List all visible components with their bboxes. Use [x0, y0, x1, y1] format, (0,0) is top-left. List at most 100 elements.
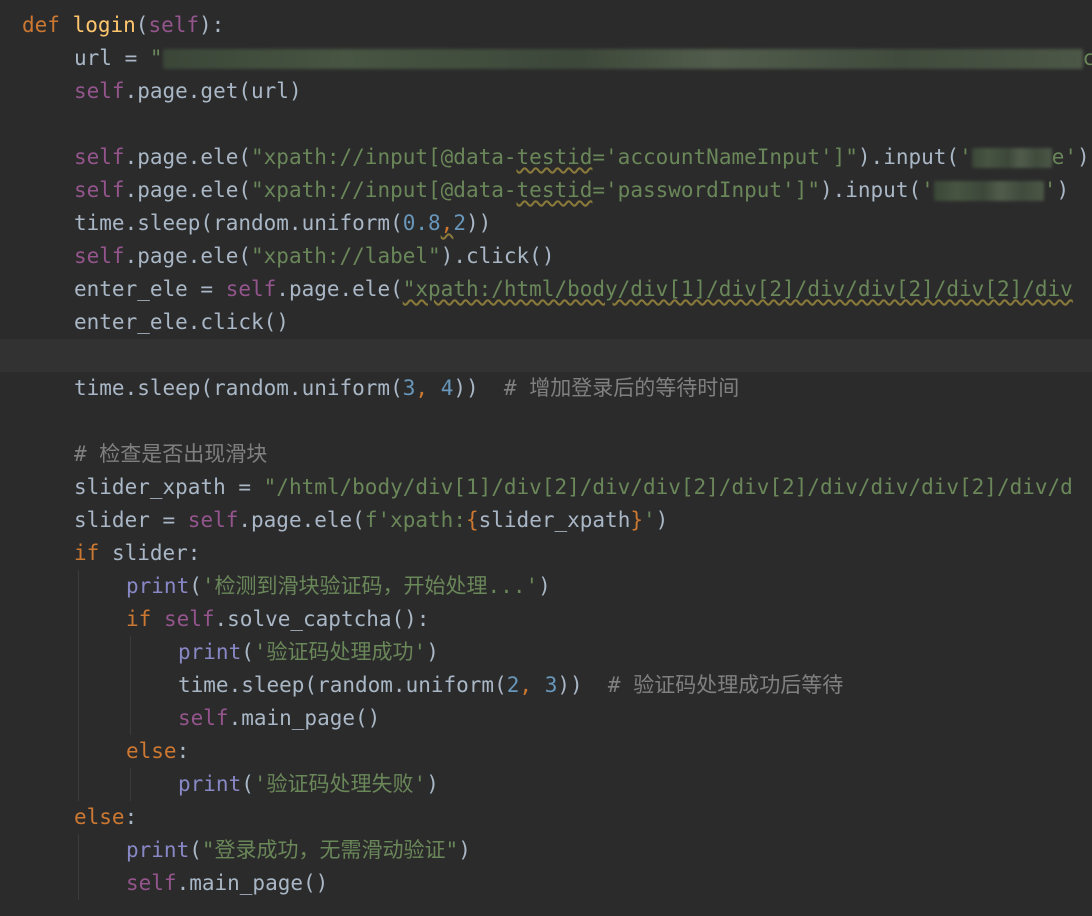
code-token: e': [1051, 145, 1078, 169]
code-line[interactable]: slider = self.page.ele(f'xpath:{slider_x…: [0, 504, 1092, 537]
code-token: ,: [519, 673, 545, 697]
code-line[interactable]: enter_ele = self.page.ele("xpath:/html/b…: [0, 273, 1092, 306]
code-token: ): [426, 772, 439, 796]
code-line[interactable]: enter_ele.click(): [0, 306, 1092, 339]
code-line[interactable]: slider_xpath = "/html/body/div[1]/div[2]…: [0, 471, 1092, 504]
code-token: enter_ele.click(): [74, 310, 289, 334]
code-token: self: [187, 508, 239, 532]
code-text: time.sleep(random.uniform(2, 3)) # 验证码处理…: [178, 669, 843, 702]
code-text: if slider:: [74, 537, 200, 570]
code-token: .page.ele(: [238, 508, 365, 532]
code-line[interactable]: self.page.ele("xpath://input[@data-testi…: [0, 141, 1092, 174]
code-token: (: [241, 772, 254, 796]
code-text: enter_ele.click(): [74, 306, 289, 339]
code-token: testid: [516, 145, 593, 169]
code-line[interactable]: self.page.ele("xpath://label").click(): [0, 240, 1092, 273]
code-token: 增加登录后的等待时间: [529, 376, 740, 400]
code-token: ,: [415, 376, 441, 400]
code-token: ).input(: [819, 178, 922, 202]
code-token: 验证码处理成功: [266, 640, 414, 664]
code-token: ):: [199, 13, 225, 37]
code-token: .main_page(): [228, 706, 381, 730]
code-line[interactable]: if self.solve_captcha():: [0, 603, 1092, 636]
code-line[interactable]: url = " c: [0, 42, 1092, 75]
code-token: print: [178, 772, 242, 796]
code-text: else:: [74, 801, 137, 834]
code-line[interactable]: self.main_page(): [0, 702, 1092, 735]
code-token: ": [445, 838, 459, 862]
code-token: ': [253, 640, 267, 664]
code-line[interactable]: print('检测到滑块验证码，开始处理...'): [0, 570, 1092, 603]
code-line[interactable]: # 检查是否出现滑块: [0, 438, 1092, 471]
code-line[interactable]: print('验证码处理失败'): [0, 768, 1092, 801]
code-token: ): [426, 640, 439, 664]
code-token: time.sleep(random.uniform(: [74, 376, 403, 400]
code-token: {: [465, 508, 479, 532]
code-line[interactable]: [0, 108, 1092, 141]
code-token: self: [148, 13, 200, 37]
code-token: ': [643, 508, 656, 532]
code-text: def login(self):: [22, 9, 224, 42]
code-text: self.main_page(): [178, 702, 380, 735]
code-token: 0.8: [402, 211, 441, 235]
code-line[interactable]: time.sleep(random.uniform(3, 4)) # 增加登录后…: [0, 372, 1092, 405]
code-token: self: [74, 244, 125, 268]
code-token: self: [163, 607, 215, 631]
code-text: print('检测到滑块验证码，开始处理...'): [126, 570, 551, 603]
redacted-text: [971, 148, 1052, 168]
code-token: ': [413, 640, 427, 664]
code-token: slider_xpath =: [74, 475, 264, 499]
code-line[interactable]: self.page.get(url): [0, 75, 1092, 108]
indent-guide: [78, 834, 79, 900]
code-token: slider =: [74, 508, 188, 532]
code-text: self.main_page(): [126, 867, 328, 900]
code-line[interactable]: time.sleep(random.uniform(0.8,2)): [0, 207, 1092, 240]
code-line[interactable]: self.main_page(): [0, 867, 1092, 900]
code-token: ': [1043, 178, 1057, 202]
redacted-text: [933, 181, 1044, 201]
code-token: def: [22, 13, 73, 37]
code-token: :: [176, 739, 190, 763]
code-token: self: [74, 79, 125, 103]
code-line[interactable]: print('验证码处理成功'): [0, 636, 1092, 669]
code-token: ...': [487, 574, 539, 598]
code-token: "xpath://input[@data-: [251, 145, 517, 169]
code-token: (: [189, 574, 202, 598]
code-token: time.sleep(random.uniform(: [74, 211, 403, 235]
code-token: 检测到滑块验证码，开始处理: [214, 574, 488, 598]
code-token: ='passwordInput']": [592, 178, 820, 202]
code-line[interactable]: if slider:: [0, 537, 1092, 570]
code-line[interactable]: self.page.ele("xpath://input[@data-testi…: [0, 174, 1092, 207]
code-text: self.page.ele("xpath://input[@data-testi…: [74, 141, 1090, 174]
code-token: print: [126, 838, 190, 862]
code-token: c: [1082, 46, 1092, 70]
code-token: .page.get(url): [124, 79, 302, 103]
code-text: enter_ele = self.page.ele("xpath:/html/b…: [74, 273, 1073, 306]
code-line[interactable]: else:: [0, 801, 1092, 834]
code-token: ": [149, 46, 163, 70]
code-line[interactable]: time.sleep(random.uniform(2, 3)) # 验证码处理…: [0, 669, 1092, 702]
code-line[interactable]: [0, 405, 1092, 438]
code-text: time.sleep(random.uniform(3, 4)) # 增加登录后…: [74, 372, 739, 405]
redacted-text: [162, 49, 1083, 69]
code-token: ).click(): [440, 244, 555, 268]
code-token: self: [225, 277, 277, 301]
code-token: else: [126, 739, 177, 763]
code-text: slider = self.page.ele(f'xpath:{slider_x…: [74, 504, 668, 537]
code-token: self: [74, 145, 125, 169]
code-token: else: [74, 805, 125, 829]
code-line[interactable]: def login(self):: [0, 9, 1092, 42]
indent-guide: [130, 636, 131, 735]
code-line[interactable]: print("登录成功，无需滑动验证"): [0, 834, 1092, 867]
code-text: url = " c: [74, 42, 1092, 75]
code-text: # 检查是否出现滑块: [74, 438, 267, 471]
code-text: self.page.get(url): [74, 75, 302, 108]
code-token: 4: [440, 376, 454, 400]
code-token: slider_xpath: [478, 508, 631, 532]
code-line[interactable]: [0, 339, 1092, 372]
code-editor[interactable]: def login(self): url = " c self.page.get(ur…: [0, 0, 1092, 916]
code-token: self: [74, 178, 125, 202]
code-line[interactable]: else:: [0, 735, 1092, 768]
code-token: "xpath:/html/body/div[1]/div[2]/div/div[…: [402, 277, 1073, 301]
code-token: if: [74, 541, 112, 565]
